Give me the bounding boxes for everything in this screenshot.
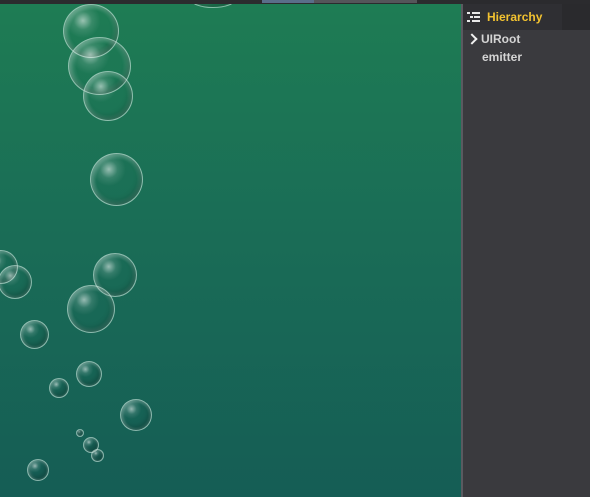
tree-item-label: emitter [482, 50, 523, 64]
bubble [190, 4, 236, 8]
bubble [49, 378, 69, 398]
bubble [76, 361, 102, 387]
active-tab-indicator[interactable] [262, 0, 314, 3]
panel-header-filler [562, 4, 590, 30]
bubble [27, 459, 49, 481]
tab-indicator[interactable] [314, 0, 417, 3]
bubble [83, 71, 133, 121]
bubble [76, 429, 84, 437]
editor-window: Hierarchy UIRoot emitter [0, 0, 590, 497]
hierarchy-panel: Hierarchy UIRoot emitter [463, 4, 590, 497]
tree-item-label: UIRoot [481, 32, 521, 46]
tree-item-uiroot[interactable]: UIRoot [463, 31, 520, 47]
hierarchy-tab[interactable]: Hierarchy [463, 4, 562, 30]
bubble [0, 265, 32, 299]
chevron-right-icon[interactable] [467, 33, 477, 45]
tree-item-emitter[interactable]: emitter [482, 49, 522, 65]
hierarchy-title: Hierarchy [487, 10, 543, 24]
bubble [90, 153, 143, 206]
bubble [20, 320, 49, 349]
game-scene-view[interactable] [0, 4, 461, 497]
list-tree-icon [467, 11, 480, 23]
bubble [67, 285, 115, 333]
bubble [120, 399, 152, 431]
bubble [91, 449, 104, 462]
